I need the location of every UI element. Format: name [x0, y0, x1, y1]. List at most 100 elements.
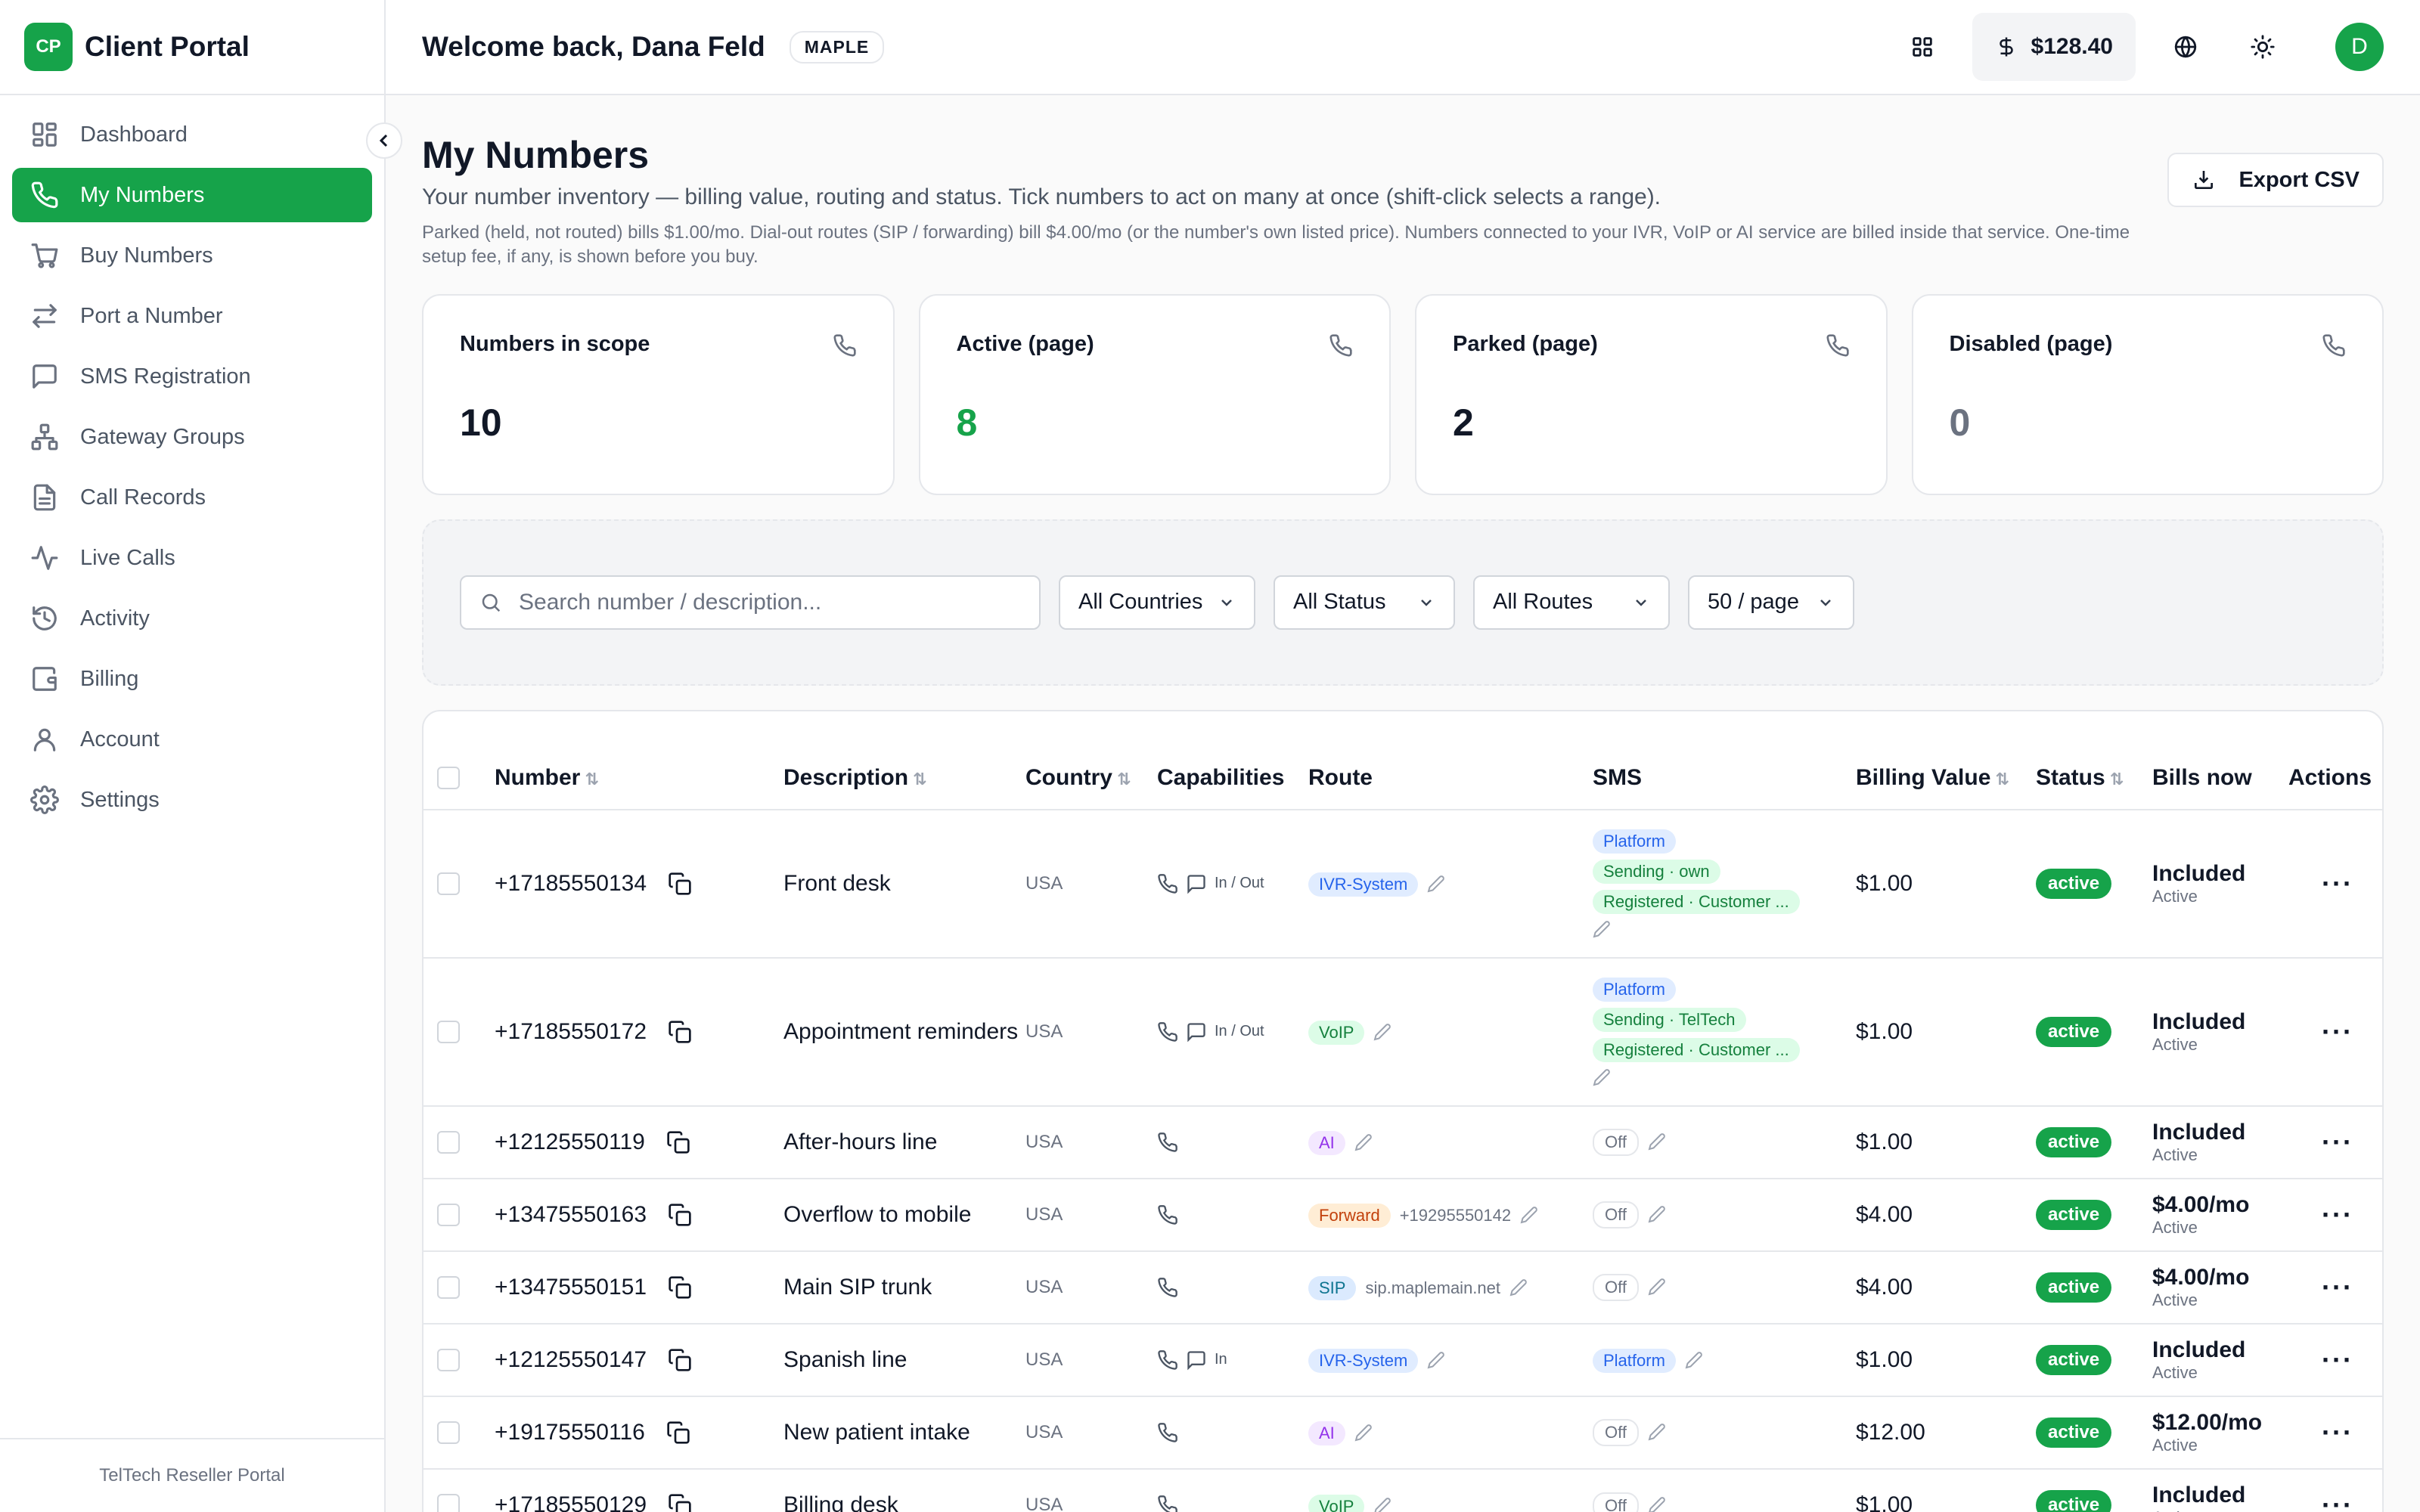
- column-header-country[interactable]: Country ⇅: [1025, 748, 1157, 810]
- row-checkbox[interactable]: [437, 1203, 460, 1226]
- billing-value: $12.00: [1856, 1419, 1925, 1445]
- search-box[interactable]: [460, 575, 1041, 630]
- column-header-status[interactable]: Status ⇅: [2036, 748, 2152, 810]
- language-button[interactable]: [2158, 20, 2213, 74]
- actions-cell: ···: [2288, 1105, 2382, 1179]
- country-select[interactable]: All Countries: [1059, 575, 1255, 630]
- bills-now-sub: Active: [2152, 1217, 2198, 1237]
- copy-icon[interactable]: [668, 1203, 692, 1227]
- search-input[interactable]: [519, 589, 1033, 615]
- edit-icon[interactable]: [1648, 1132, 1666, 1151]
- edit-icon[interactable]: [1648, 1205, 1666, 1223]
- row-checkbox[interactable]: [437, 1020, 460, 1043]
- row-checkbox[interactable]: [437, 1494, 460, 1512]
- edit-icon[interactable]: [1373, 1023, 1392, 1041]
- sms-badge: Sending · TelTech: [1593, 1007, 1746, 1032]
- more-actions-icon[interactable]: ···: [2288, 1417, 2353, 1448]
- balance-amount: $128.40: [2031, 34, 2113, 59]
- page-subtitle: Your number inventory — billing value, r…: [422, 184, 1661, 209]
- edit-icon[interactable]: [1354, 1424, 1373, 1442]
- sidebar-item-live-calls[interactable]: Live Calls: [12, 531, 372, 585]
- edit-icon[interactable]: [1427, 1351, 1445, 1369]
- page-size-value: 50 / page: [1708, 590, 1799, 615]
- export-csv-button[interactable]: Export CSV: [2167, 153, 2384, 207]
- more-actions-icon[interactable]: ···: [2288, 868, 2353, 899]
- chevron-left-icon: [379, 134, 388, 147]
- sidebar-item-my-numbers[interactable]: My Numbers: [12, 168, 372, 222]
- sort-icon[interactable]: ⇅: [913, 770, 926, 789]
- row-select-cell: [424, 808, 495, 958]
- row-select-cell: [424, 1105, 495, 1179]
- edit-icon[interactable]: [1593, 920, 1611, 938]
- row-checkbox[interactable]: [437, 1275, 460, 1299]
- copy-icon[interactable]: [666, 1421, 690, 1445]
- edit-icon[interactable]: [1509, 1278, 1528, 1297]
- edit-icon[interactable]: [1427, 875, 1445, 893]
- column-header-description[interactable]: Description ⇅: [783, 748, 1025, 810]
- select-all-checkbox[interactable]: [437, 767, 460, 790]
- edit-icon[interactable]: [1373, 1497, 1392, 1512]
- column-header-label: Country: [1025, 765, 1112, 791]
- page-size-select[interactable]: 50 / page: [1688, 575, 1854, 630]
- more-actions-icon[interactable]: ···: [2288, 1489, 2353, 1512]
- stat-card: Numbers in scope 10: [422, 293, 895, 495]
- more-actions-icon[interactable]: ···: [2288, 1199, 2353, 1230]
- row-checkbox[interactable]: [437, 1348, 460, 1371]
- theme-toggle-button[interactable]: [2235, 20, 2290, 74]
- status-cell: active: [2036, 1105, 2152, 1179]
- route-select[interactable]: All Routes: [1473, 575, 1670, 630]
- avatar[interactable]: D: [2335, 23, 2384, 71]
- column-header-billing-value[interactable]: Billing Value ⇅: [1856, 748, 2036, 810]
- balance-button[interactable]: $128.40: [1972, 13, 2136, 81]
- row-checkbox[interactable]: [437, 1130, 460, 1154]
- collapse-sidebar-button[interactable]: [366, 122, 402, 159]
- sidebar-item-label: Activity: [80, 606, 150, 631]
- sort-icon[interactable]: ⇅: [2110, 770, 2124, 789]
- sidebar-item-call-records[interactable]: Call Records: [12, 470, 372, 525]
- edit-icon[interactable]: [1354, 1133, 1373, 1151]
- sidebar-item-port-a-number[interactable]: Port a Number: [12, 289, 372, 343]
- column-header-number[interactable]: Number ⇅: [495, 748, 783, 810]
- edit-icon[interactable]: [1685, 1351, 1703, 1369]
- apps-button[interactable]: [1895, 20, 1950, 74]
- bills-now-value: $12.00/mo: [2152, 1409, 2263, 1435]
- sidebar-item-account[interactable]: Account: [12, 712, 372, 767]
- row-checkbox[interactable]: [437, 872, 460, 895]
- phone-icon: [1158, 1277, 1177, 1297]
- more-actions-icon[interactable]: ···: [2288, 1344, 2353, 1375]
- org-badge: MAPLE: [789, 30, 885, 64]
- sidebar-item-settings[interactable]: Settings: [12, 773, 372, 827]
- billing-value: $4.00: [1856, 1274, 1913, 1300]
- edit-icon[interactable]: [1648, 1423, 1666, 1441]
- table-row: +13475550163 Overflow to mobile USA Forward…: [424, 1177, 2382, 1251]
- edit-icon[interactable]: [1648, 1496, 1666, 1512]
- copy-icon[interactable]: [668, 1493, 692, 1512]
- copy-icon[interactable]: [666, 1130, 690, 1154]
- row-checkbox[interactable]: [437, 1421, 460, 1444]
- more-actions-icon[interactable]: ···: [2288, 1272, 2353, 1303]
- brand[interactable]: CP Client Portal: [0, 0, 384, 95]
- more-actions-icon[interactable]: ···: [2288, 1016, 2353, 1047]
- copy-icon[interactable]: [668, 1348, 692, 1372]
- copy-icon[interactable]: [668, 1275, 692, 1300]
- sidebar-item-activity[interactable]: Activity: [12, 591, 372, 646]
- edit-icon[interactable]: [1648, 1278, 1666, 1296]
- sidebar-item-gateway-groups[interactable]: Gateway Groups: [12, 410, 372, 464]
- sidebar-item-dashboard[interactable]: Dashboard: [12, 107, 372, 162]
- copy-icon[interactable]: [668, 1020, 692, 1044]
- status-select[interactable]: All Status: [1274, 575, 1455, 630]
- sidebar-item-billing[interactable]: Billing: [12, 652, 372, 706]
- status-badge: active: [2036, 1016, 2112, 1047]
- sidebar-item-buy-numbers[interactable]: Buy Numbers: [12, 228, 372, 283]
- sidebar-footer: TelTech Reseller Portal: [0, 1438, 384, 1512]
- chevron-down-icon: [1820, 599, 1831, 606]
- edit-icon[interactable]: [1520, 1206, 1538, 1224]
- sidebar-item-sms-registration[interactable]: SMS Registration: [12, 349, 372, 404]
- sort-icon[interactable]: ⇅: [1995, 770, 2009, 789]
- sort-icon[interactable]: ⇅: [1117, 770, 1131, 789]
- copy-icon[interactable]: [668, 872, 692, 896]
- sort-icon[interactable]: ⇅: [585, 770, 598, 789]
- status-cell: active: [2036, 956, 2152, 1106]
- edit-icon[interactable]: [1593, 1068, 1611, 1086]
- more-actions-icon[interactable]: ···: [2288, 1126, 2353, 1157]
